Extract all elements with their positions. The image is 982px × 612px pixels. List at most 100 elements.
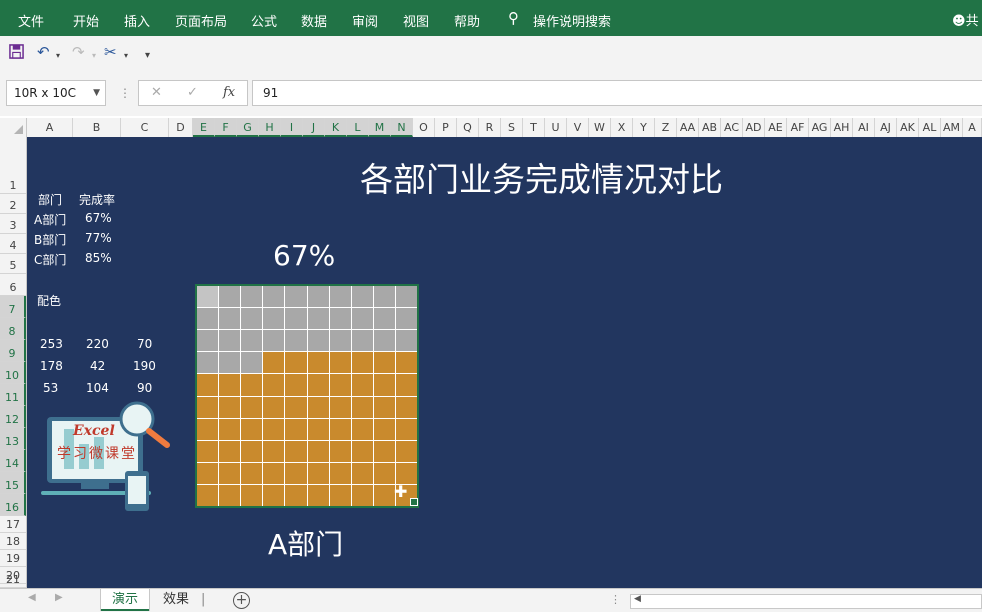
waffle-cell[interactable]	[197, 374, 219, 396]
column-header[interactable]: N	[391, 118, 413, 137]
waffle-cell[interactable]	[373, 374, 395, 396]
insert-function-button[interactable]: fx	[223, 85, 235, 100]
waffle-cell[interactable]	[373, 440, 395, 462]
waffle-cell[interactable]	[395, 396, 417, 418]
column-header[interactable]: H	[259, 118, 281, 137]
waffle-cell[interactable]	[307, 374, 329, 396]
tab-view[interactable]: 视图	[403, 11, 429, 30]
waffle-cell[interactable]	[395, 374, 417, 396]
tab-help[interactable]: 帮助	[454, 11, 480, 30]
waffle-cell[interactable]	[329, 484, 351, 506]
waffle-cell[interactable]	[307, 462, 329, 484]
column-header[interactable]: S	[501, 118, 523, 137]
row-header[interactable]: 6	[0, 274, 26, 296]
prev-sheet-icon[interactable]: ◀	[28, 592, 36, 603]
tab-page-layout[interactable]: 页面布局	[175, 11, 227, 30]
waffle-cell[interactable]	[241, 286, 263, 308]
waffle-cell[interactable]	[219, 484, 241, 506]
waffle-cell[interactable]	[373, 330, 395, 352]
redo-icon[interactable]: ↷	[72, 44, 85, 60]
column-header[interactable]: AE	[765, 118, 787, 137]
waffle-cell[interactable]	[219, 440, 241, 462]
column-header[interactable]: E	[193, 118, 215, 137]
waffle-cell[interactable]	[219, 330, 241, 352]
waffle-cell[interactable]	[285, 484, 307, 506]
worksheet[interactable]: 各部门业务完成情况对比 部门 完成率 A部门 67% B部门 77% C部门 8…	[27, 137, 982, 588]
waffle-cell[interactable]	[285, 308, 307, 330]
waffle-cell[interactable]	[285, 418, 307, 440]
waffle-cell[interactable]	[241, 352, 263, 374]
column-header[interactable]: Y	[633, 118, 655, 137]
tab-file[interactable]: 文件	[18, 11, 44, 30]
enter-icon[interactable]: ✓	[187, 85, 198, 100]
waffle-cell[interactable]	[197, 396, 219, 418]
column-header[interactable]: AJ	[875, 118, 897, 137]
waffle-cell[interactable]	[263, 440, 285, 462]
column-header[interactable]: AK	[897, 118, 919, 137]
share-button[interactable]: ☻共	[952, 10, 979, 29]
save-icon[interactable]	[9, 44, 24, 62]
waffle-cell[interactable]	[285, 462, 307, 484]
waffle-cell[interactable]	[329, 286, 351, 308]
waffle-cell[interactable]	[219, 286, 241, 308]
waffle-cell[interactable]	[329, 352, 351, 374]
formula-input[interactable]: 91	[252, 80, 982, 106]
tab-review[interactable]: 审阅	[352, 11, 378, 30]
waffle-cell[interactable]	[285, 330, 307, 352]
waffle-cell[interactable]	[285, 374, 307, 396]
waffle-cell[interactable]	[197, 308, 219, 330]
waffle-cell[interactable]	[241, 308, 263, 330]
waffle-cell[interactable]	[263, 352, 285, 374]
row-header[interactable]: 13	[0, 428, 26, 450]
waffle-cell[interactable]	[307, 330, 329, 352]
sheet-tab-demo[interactable]: 演示	[101, 589, 150, 611]
tool-dropdown-icon[interactable]: ▾	[124, 48, 128, 64]
waffle-cell[interactable]	[329, 418, 351, 440]
tab-insert[interactable]: 插入	[124, 11, 150, 30]
waffle-cell[interactable]	[351, 418, 373, 440]
waffle-cell[interactable]	[219, 418, 241, 440]
waffle-cell[interactable]	[373, 484, 395, 506]
waffle-cell[interactable]	[263, 330, 285, 352]
waffle-cell[interactable]	[373, 308, 395, 330]
cancel-icon[interactable]: ✕	[151, 85, 162, 100]
row-header[interactable]: 17	[0, 516, 26, 533]
column-header[interactable]: O	[413, 118, 435, 137]
customize-qat-icon[interactable]: ▾	[145, 48, 150, 64]
waffle-cell[interactable]	[351, 396, 373, 418]
waffle-cell[interactable]	[241, 418, 263, 440]
row-header[interactable]: 10	[0, 362, 26, 384]
waffle-cell[interactable]	[351, 440, 373, 462]
column-header[interactable]: D	[169, 118, 193, 137]
formula-bar-grip-icon[interactable]: ⋮	[119, 86, 131, 100]
waffle-cell[interactable]	[351, 286, 373, 308]
add-sheet-icon[interactable]: +	[233, 592, 250, 609]
waffle-cell[interactable]	[241, 440, 263, 462]
column-header[interactable]: P	[435, 118, 457, 137]
column-header[interactable]: V	[567, 118, 589, 137]
tell-me-search[interactable]: 操作说明搜索	[533, 11, 611, 30]
waffle-cell[interactable]	[395, 352, 417, 374]
row-header[interactable]: 18	[0, 533, 26, 550]
waffle-cell[interactable]	[329, 440, 351, 462]
row-header[interactable]: 19	[0, 550, 26, 567]
column-header[interactable]: F	[215, 118, 237, 137]
column-header[interactable]: AC	[721, 118, 743, 137]
column-header[interactable]: G	[237, 118, 259, 137]
column-header[interactable]: AI	[853, 118, 875, 137]
row-header[interactable]: 4	[0, 234, 26, 254]
column-header[interactable]: AA	[677, 118, 699, 137]
waffle-cell[interactable]	[307, 418, 329, 440]
column-header[interactable]: AL	[919, 118, 941, 137]
row-header[interactable]: 3	[0, 214, 26, 234]
waffle-cell[interactable]	[263, 308, 285, 330]
row-header[interactable]: 1	[0, 137, 26, 194]
waffle-cell[interactable]	[373, 462, 395, 484]
sheet-tab-result[interactable]: 效果	[152, 589, 200, 611]
row-header[interactable]: 14	[0, 450, 26, 472]
column-header[interactable]: W	[589, 118, 611, 137]
row-header[interactable]: 11	[0, 384, 26, 406]
waffle-cell[interactable]	[395, 418, 417, 440]
waffle-cell[interactable]	[307, 484, 329, 506]
waffle-cell[interactable]	[395, 286, 417, 308]
